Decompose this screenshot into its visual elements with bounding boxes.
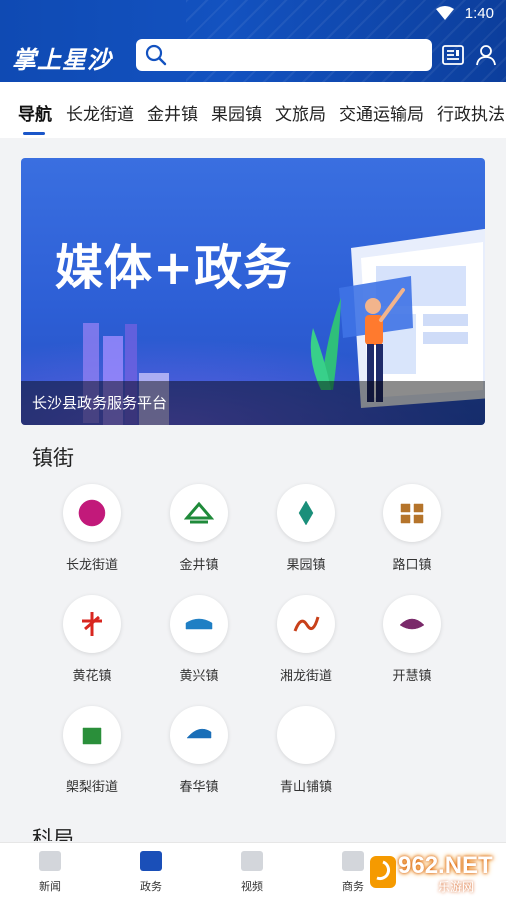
town-label: 青山铺镇 xyxy=(279,780,332,795)
town-logo-circle xyxy=(170,595,228,653)
town-item[interactable]: 湘龙街道 xyxy=(256,595,356,684)
category-tabs: 导航 长龙街道 金井镇 果园镇 文旅局 交通运输局 行政执法 xyxy=(0,82,506,138)
town-item[interactable]: 路口镇 xyxy=(362,484,462,573)
town-logo-circle xyxy=(170,484,228,542)
banner-title: 媒体+政务 xyxy=(55,240,293,296)
town-item[interactable]: 金井镇 xyxy=(149,484,249,573)
town-label: 湘龙街道 xyxy=(279,669,332,684)
town-logo-circle xyxy=(383,595,441,653)
langli-logo-icon xyxy=(82,727,102,745)
xianglong-logo-icon xyxy=(293,616,320,632)
bottom-nav-gov[interactable]: 政务 xyxy=(121,851,181,894)
town-logo-circle xyxy=(277,706,335,764)
news-icon xyxy=(39,851,61,871)
town-item[interactable]: 黄花镇 xyxy=(42,595,142,684)
search-box[interactable] xyxy=(136,39,432,71)
town-label: 果园镇 xyxy=(286,558,326,573)
town-item[interactable]: 黄兴镇 xyxy=(149,595,249,684)
tab-changlong[interactable]: 长龙街道 xyxy=(66,100,134,125)
town-label: 㮾梨街道 xyxy=(65,780,118,795)
wifi-icon xyxy=(436,6,454,20)
bottom-nav-label: 新闻 xyxy=(39,880,61,893)
kaihui-logo-icon xyxy=(399,618,425,630)
next-section-title: 科局 xyxy=(32,827,74,841)
gov-icon xyxy=(140,851,162,871)
watermark: 962.NET 乐游网 xyxy=(368,850,500,894)
town-item[interactable]: 果园镇 xyxy=(256,484,356,573)
town-logo-circle xyxy=(63,706,121,764)
town-label: 金井镇 xyxy=(179,558,219,573)
town-item[interactable]: 长龙街道 xyxy=(42,484,142,573)
video-icon xyxy=(241,851,263,871)
town-item[interactable]: 开慧镇 xyxy=(362,595,462,684)
tab-jinjing[interactable]: 金井镇 xyxy=(147,100,198,125)
banner-caption: 长沙县政务服务平台 xyxy=(32,394,168,412)
tab-wenlv[interactable]: 文旅局 xyxy=(275,100,326,125)
lukou-logo-icon xyxy=(400,503,424,524)
town-label: 开慧镇 xyxy=(392,669,432,684)
tab-law[interactable]: 行政执法 xyxy=(437,100,505,125)
town-label: 黄花镇 xyxy=(72,669,112,684)
guoyuan-logo-icon xyxy=(298,500,314,526)
town-logo-circle xyxy=(277,595,335,653)
status-time: 1:40 xyxy=(464,5,494,22)
banner[interactable]: 媒体+政务 长沙县政务服务平台 xyxy=(21,158,485,425)
town-logo-circle xyxy=(63,595,121,653)
town-label: 长龙街道 xyxy=(65,558,118,573)
search-input[interactable] xyxy=(174,43,424,67)
app-header: 1:40 掌上星沙 xyxy=(0,0,506,82)
watermark-sub: 乐游网 xyxy=(438,880,475,894)
bottom-nav-video[interactable]: 视频 xyxy=(222,851,282,894)
bottom-nav-label: 政务 xyxy=(140,880,162,893)
tab-indicator xyxy=(23,132,45,135)
watermark-logo-icon xyxy=(370,856,396,888)
tab-traffic[interactable]: 交通运输局 xyxy=(339,100,424,125)
town-item[interactable]: 㮾梨街道 xyxy=(42,706,142,795)
changlong-logo-icon xyxy=(78,499,106,527)
town-label: 路口镇 xyxy=(392,558,432,573)
search-icon[interactable] xyxy=(145,44,167,66)
chunhua-logo-icon xyxy=(186,728,212,739)
business-icon xyxy=(342,851,364,871)
app-logo: 掌上星沙 xyxy=(12,47,112,74)
section-title: 镇街 xyxy=(32,446,74,470)
huangxing-logo-icon xyxy=(185,618,213,630)
town-label: 黄兴镇 xyxy=(179,669,219,684)
town-label: 春华镇 xyxy=(179,780,219,795)
user-icon[interactable] xyxy=(474,43,498,67)
tab-nav[interactable]: 导航 xyxy=(18,100,52,125)
town-item[interactable]: 青山铺镇 xyxy=(256,706,356,795)
bottom-nav-label: 视频 xyxy=(241,880,263,893)
town-item[interactable]: 春华镇 xyxy=(149,706,249,795)
tab-guoyuan[interactable]: 果园镇 xyxy=(211,100,262,125)
jinjing-logo-icon xyxy=(184,501,214,524)
watermark-brand: 962.NET xyxy=(398,852,493,879)
town-logo-circle xyxy=(383,484,441,542)
huanghua-logo-icon xyxy=(82,612,102,636)
bottom-nav-news[interactable]: 新闻 xyxy=(20,851,80,894)
town-logo-circle xyxy=(170,706,228,764)
town-logo-circle xyxy=(277,484,335,542)
town-logo-circle xyxy=(63,484,121,542)
news-list-icon[interactable] xyxy=(441,43,465,67)
